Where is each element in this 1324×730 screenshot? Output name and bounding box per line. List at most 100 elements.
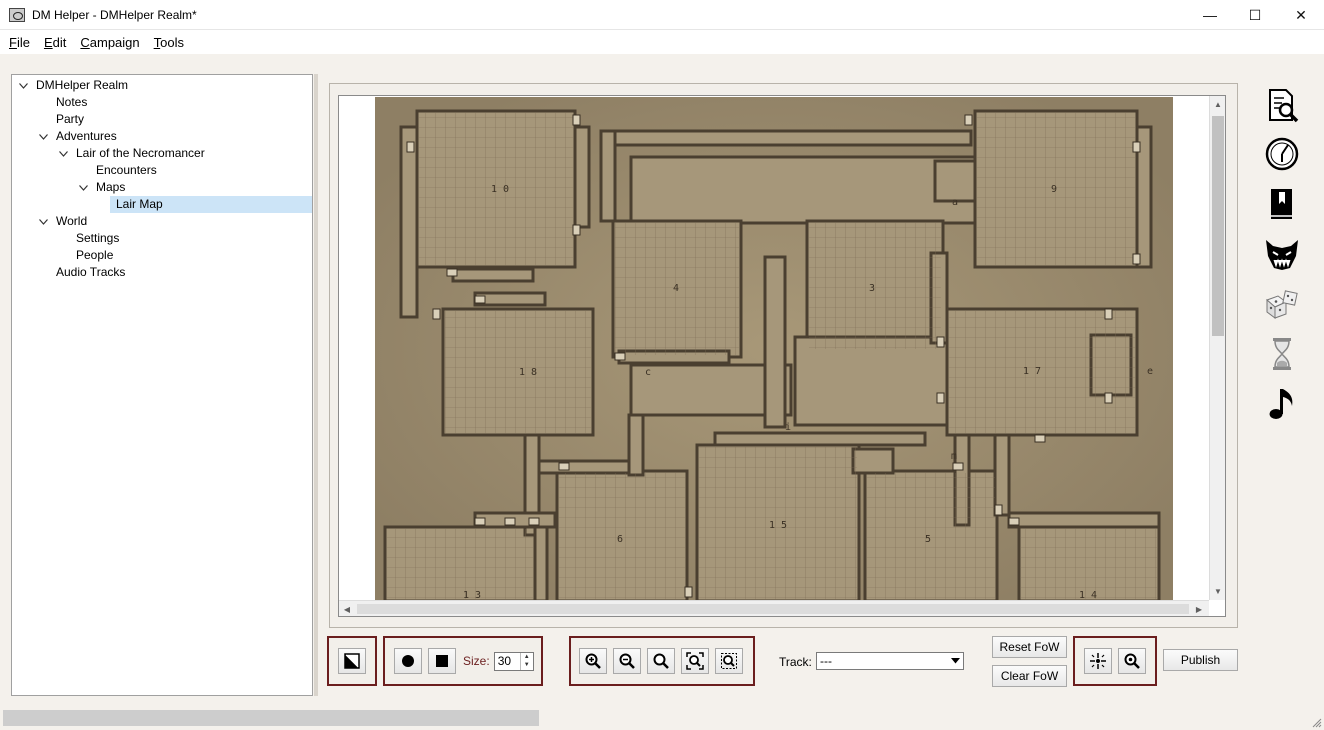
menu-file[interactable]: File: [4, 35, 35, 50]
bookmark-book-icon[interactable]: [1262, 184, 1302, 224]
track-select[interactable]: ---: [816, 652, 964, 670]
fog-toggle-icon: [344, 653, 360, 669]
room-label: m: [951, 451, 957, 462]
circle-brush-icon: [402, 655, 414, 667]
bottom-scrollbar-thumb[interactable]: [3, 710, 539, 726]
tree-item-settings[interactable]: Settings: [76, 230, 119, 247]
tree-item-party[interactable]: Party: [56, 111, 84, 128]
music-note-icon[interactable]: [1262, 384, 1302, 424]
room-label: 1 0: [491, 184, 509, 195]
menu-tools-rest: ools: [160, 34, 184, 50]
chevron-down-icon[interactable]: [947, 653, 963, 669]
search-document-icon[interactable]: [1262, 86, 1302, 126]
zoom-reset-button[interactable]: [647, 648, 675, 674]
tree-item-dmhelper-realm[interactable]: DMHelper Realm: [16, 77, 128, 94]
title-bar: DM Helper - DMHelper Realm* — ☐ ✕: [0, 0, 1324, 30]
chevron-down-icon[interactable]: [56, 145, 70, 162]
spin-arrows-icon[interactable]: ▲ ▼: [519, 652, 533, 670]
tree-item-lair-of-the-necromancer[interactable]: Lair of the Necromancer: [56, 145, 205, 162]
square-brush-icon: [436, 655, 448, 667]
publish-button[interactable]: Publish: [1163, 649, 1238, 671]
circle-brush-button[interactable]: [394, 648, 422, 674]
dice-icon[interactable]: [1262, 284, 1302, 324]
zoom-select-button[interactable]: [715, 648, 743, 674]
vertical-scroll-thumb[interactable]: [1212, 116, 1224, 336]
tree-item-label: Settings: [76, 231, 120, 245]
room-label: 9: [1051, 184, 1057, 195]
scroll-down-icon[interactable]: ▼: [1210, 583, 1225, 599]
room-label: 5: [925, 534, 931, 545]
tree-item-notes[interactable]: Notes: [56, 94, 87, 111]
zoom-fit-button[interactable]: [681, 648, 709, 674]
tree-item-label: World: [56, 214, 88, 228]
tree-item-audio-tracks[interactable]: Audio Tracks: [56, 264, 125, 281]
scroll-up-icon[interactable]: ▲: [1210, 96, 1225, 112]
compass-clock-icon[interactable]: [1262, 134, 1302, 174]
crosshair-icon: [1090, 653, 1106, 669]
tree-item-adventures[interactable]: Adventures: [36, 128, 117, 145]
zoom-out-button[interactable]: [613, 648, 641, 674]
menu-file-mnemonic: F: [9, 34, 17, 50]
reset-fow-button[interactable]: Reset FoW: [992, 636, 1067, 658]
brush-group: Size: 30 ▲ ▼: [383, 636, 543, 686]
menu-edit[interactable]: Edit: [39, 35, 71, 50]
map-view[interactable]: 1 0 9 a 4 3 1 8 c 1 7 e i m 6 1 5 5 1 3 …: [338, 95, 1226, 617]
menu-edit-rest: dit: [52, 34, 67, 50]
resize-grip-icon[interactable]: [1312, 718, 1322, 728]
room-label: c: [645, 367, 651, 378]
brush-size-value: 30: [497, 653, 512, 668]
zoom-in-icon: [585, 653, 601, 669]
zoom-out-icon: [619, 653, 635, 669]
tree-item-world[interactable]: World: [36, 213, 87, 230]
chevron-down-icon[interactable]: [76, 179, 90, 196]
chevron-down-icon[interactable]: [36, 128, 50, 145]
menu-edit-mnemonic: E: [43, 34, 53, 50]
publish-zoom-button[interactable]: [1118, 648, 1146, 674]
monster-face-icon[interactable]: [1262, 234, 1302, 274]
tree-item-lair-map[interactable]: Lair Map: [110, 196, 312, 213]
track-label: Track:: [779, 655, 812, 669]
map-vertical-scrollbar[interactable]: ▲ ▼: [1209, 96, 1225, 600]
hourglass-icon[interactable]: [1262, 334, 1302, 374]
minimize-button[interactable]: —: [1187, 0, 1233, 30]
tree-item-label: People: [76, 248, 114, 262]
dungeon-map[interactable]: 1 0 9 a 4 3 1 8 c 1 7 e i m 6 1 5 5 1 3 …: [375, 97, 1173, 600]
fog-toggle-button[interactable]: [338, 648, 366, 674]
menu-tools[interactable]: Tools: [149, 35, 189, 50]
menu-campaign-rest: ampaign: [89, 34, 140, 50]
room-label: 1 4: [1079, 590, 1097, 600]
room-label: 4: [673, 283, 679, 294]
fog-edit-group: [327, 636, 377, 686]
menu-campaign[interactable]: Campaign: [75, 35, 144, 50]
app-icon: [9, 7, 25, 22]
tree-item-label: Encounters: [96, 163, 157, 177]
panel-splitter[interactable]: [314, 74, 318, 696]
tree-item-maps[interactable]: Maps: [76, 179, 125, 196]
tree-item-label: Audio Tracks: [56, 265, 126, 279]
square-brush-button[interactable]: [428, 648, 456, 674]
chevron-down-icon[interactable]: [36, 213, 50, 230]
pointer-button[interactable]: [1084, 648, 1112, 674]
tree-item-people[interactable]: People: [76, 247, 113, 264]
scroll-left-icon[interactable]: ◀: [339, 601, 355, 616]
room-label: 6: [617, 534, 623, 545]
chevron-down-icon[interactable]: [16, 77, 30, 94]
maximize-button[interactable]: ☐: [1232, 0, 1278, 30]
room-label: 1 5: [769, 520, 787, 531]
size-label: Size:: [463, 654, 490, 668]
horizontal-scroll-thumb[interactable]: [357, 604, 1189, 614]
tree-item-encounters[interactable]: Encounters: [96, 162, 157, 179]
zoom-fit-icon: [686, 652, 704, 670]
zoom-select-icon: [721, 653, 737, 669]
brush-size-spinbox[interactable]: 30 ▲ ▼: [493, 651, 534, 671]
scroll-right-icon[interactable]: ▶: [1191, 601, 1207, 616]
room-label: 1 7: [1023, 366, 1041, 377]
clear-fow-button[interactable]: Clear FoW: [992, 665, 1067, 687]
tree-item-label: Adventures: [56, 129, 117, 143]
room-label: e: [1147, 366, 1153, 377]
map-horizontal-scrollbar[interactable]: ◀ ▶: [339, 600, 1209, 616]
close-button[interactable]: ✕: [1278, 0, 1324, 30]
campaign-tree[interactable]: DMHelper Realm Notes Party Adventures La…: [11, 74, 313, 696]
zoom-in-button[interactable]: [579, 648, 607, 674]
menu-campaign-mnemonic: C: [80, 34, 90, 50]
